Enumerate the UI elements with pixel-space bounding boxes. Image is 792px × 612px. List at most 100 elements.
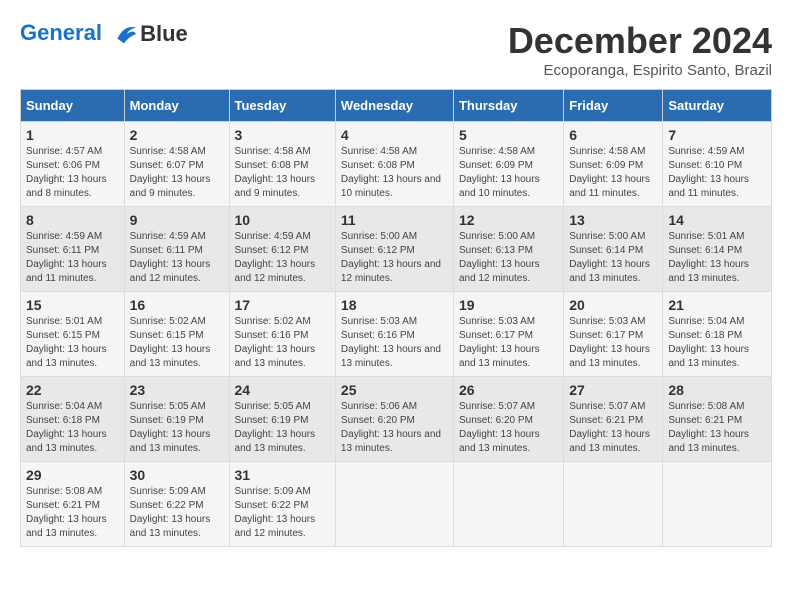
day-info: Sunrise: 5:03 AMSunset: 6:17 PMDaylight:…: [459, 316, 540, 369]
calendar-week-row: 29 Sunrise: 5:08 AMSunset: 6:21 PMDayligh…: [21, 462, 772, 547]
calendar-cell: [335, 462, 453, 547]
day-info: Sunrise: 5:03 AMSunset: 6:17 PMDaylight:…: [569, 316, 650, 369]
day-info: Sunrise: 5:08 AMSunset: 6:21 PMDaylight:…: [26, 486, 107, 539]
day-number: 8: [26, 212, 119, 228]
day-info: Sunrise: 5:05 AMSunset: 6:19 PMDaylight:…: [235, 401, 316, 454]
calendar-cell: 10 Sunrise: 4:59 AMSunset: 6:12 PMDayligh…: [229, 207, 335, 292]
calendar-cell: 18 Sunrise: 5:03 AMSunset: 6:16 PMDayligh…: [335, 292, 453, 377]
calendar-cell: 14 Sunrise: 5:01 AMSunset: 6:14 PMDayligh…: [663, 207, 772, 292]
day-number: 27: [569, 382, 657, 398]
day-number: 23: [130, 382, 224, 398]
calendar-cell: 24Sunrise: 5:05 AMSunset: 6:19 PMDayligh…: [229, 377, 335, 462]
day-info: Sunrise: 5:01 AMSunset: 6:15 PMDaylight:…: [26, 316, 107, 369]
weekday-header: Saturday: [663, 90, 772, 122]
calendar-cell: 23 Sunrise: 5:05 AMSunset: 6:19 PMDayligh…: [124, 377, 229, 462]
day-number: 18: [341, 297, 448, 313]
calendar-cell: 8Sunrise: 4:59 AMSunset: 6:11 PMDaylight…: [21, 207, 125, 292]
calendar-cell: [453, 462, 563, 547]
calendar-cell: 9 Sunrise: 4:59 AMSunset: 6:11 PMDaylight…: [124, 207, 229, 292]
day-number: 31: [235, 467, 330, 483]
day-info: Sunrise: 5:05 AMSunset: 6:19 PMDaylight:…: [130, 401, 211, 454]
calendar-cell: 16Sunrise: 5:02 AMSunset: 6:15 PMDayligh…: [124, 292, 229, 377]
day-number: 6: [569, 127, 657, 143]
calendar-cell: 20 Sunrise: 5:03 AMSunset: 6:17 PMDayligh…: [564, 292, 663, 377]
title-section: December 2024 Ecoporanga, Espirito Santo…: [508, 20, 772, 79]
day-number: 5: [459, 127, 558, 143]
day-info: Sunrise: 4:59 AMSunset: 6:11 PMDaylight:…: [130, 231, 211, 284]
calendar-cell: 1 Sunrise: 4:57 AMSunset: 6:06 PMDaylight…: [21, 122, 125, 207]
day-number: 21: [668, 297, 766, 313]
day-info: Sunrise: 4:58 AMSunset: 6:09 PMDaylight:…: [569, 146, 650, 199]
calendar-cell: 30 Sunrise: 5:09 AMSunset: 6:22 PMDayligh…: [124, 462, 229, 547]
day-number: 19: [459, 297, 558, 313]
day-number: 14: [668, 212, 766, 228]
calendar-cell: 12 Sunrise: 5:00 AMSunset: 6:13 PMDayligh…: [453, 207, 563, 292]
month-title: December 2024: [508, 20, 772, 62]
calendar-header-row: SundayMondayTuesdayWednesdayThursdayFrid…: [21, 90, 772, 122]
calendar-cell: 26 Sunrise: 5:07 AMSunset: 6:20 PMDayligh…: [453, 377, 563, 462]
calendar-cell: 22Sunrise: 5:04 AMSunset: 6:18 PMDayligh…: [21, 377, 125, 462]
day-number: 4: [341, 127, 448, 143]
weekday-header: Monday: [124, 90, 229, 122]
day-info: Sunrise: 4:59 AMSunset: 6:12 PMDaylight:…: [235, 231, 316, 284]
logo: General Blue: [20, 20, 188, 48]
logo-general: General: [20, 20, 102, 45]
calendar-cell: [564, 462, 663, 547]
weekday-header: Tuesday: [229, 90, 335, 122]
day-number: 1: [26, 127, 119, 143]
calendar-cell: 29 Sunrise: 5:08 AMSunset: 6:21 PMDayligh…: [21, 462, 125, 547]
calendar-cell: 5Sunrise: 4:58 AMSunset: 6:09 PMDaylight…: [453, 122, 563, 207]
calendar-table: SundayMondayTuesdayWednesdayThursdayFrid…: [20, 89, 772, 547]
calendar-cell: 7 Sunrise: 4:59 AMSunset: 6:10 PMDaylight…: [663, 122, 772, 207]
day-number: 2: [130, 127, 224, 143]
calendar-week-row: 15Sunrise: 5:01 AMSunset: 6:15 PMDayligh…: [21, 292, 772, 377]
day-info: Sunrise: 4:58 AMSunset: 6:08 PMDaylight:…: [341, 146, 441, 199]
weekday-header: Friday: [564, 90, 663, 122]
calendar-cell: 11Sunrise: 5:00 AMSunset: 6:12 PMDayligh…: [335, 207, 453, 292]
day-info: Sunrise: 4:58 AMSunset: 6:08 PMDaylight:…: [235, 146, 316, 199]
calendar-cell: 21 Sunrise: 5:04 AMSunset: 6:18 PMDayligh…: [663, 292, 772, 377]
day-number: 12: [459, 212, 558, 228]
day-info: Sunrise: 5:09 AMSunset: 6:22 PMDaylight:…: [235, 486, 316, 539]
day-info: Sunrise: 5:03 AMSunset: 6:16 PMDaylight:…: [341, 316, 441, 369]
day-number: 20: [569, 297, 657, 313]
logo-blue: Blue: [140, 21, 188, 47]
calendar-cell: 17Sunrise: 5:02 AMSunset: 6:16 PMDayligh…: [229, 292, 335, 377]
day-number: 28: [668, 382, 766, 398]
day-number: 7: [668, 127, 766, 143]
day-info: Sunrise: 5:07 AMSunset: 6:21 PMDaylight:…: [569, 401, 650, 454]
day-number: 9: [130, 212, 224, 228]
day-number: 26: [459, 382, 558, 398]
calendar-cell: [663, 462, 772, 547]
day-info: Sunrise: 4:57 AMSunset: 6:06 PMDaylight:…: [26, 146, 107, 199]
day-info: Sunrise: 5:00 AMSunset: 6:12 PMDaylight:…: [341, 231, 441, 284]
day-info: Sunrise: 5:02 AMSunset: 6:15 PMDaylight:…: [130, 316, 211, 369]
day-info: Sunrise: 5:09 AMSunset: 6:22 PMDaylight:…: [130, 486, 211, 539]
calendar-week-row: 22Sunrise: 5:04 AMSunset: 6:18 PMDayligh…: [21, 377, 772, 462]
calendar-cell: 4 Sunrise: 4:58 AMSunset: 6:08 PMDaylight…: [335, 122, 453, 207]
day-number: 29: [26, 467, 119, 483]
day-info: Sunrise: 4:59 AMSunset: 6:10 PMDaylight:…: [668, 146, 749, 199]
day-number: 17: [235, 297, 330, 313]
location: Ecoporanga, Espirito Santo, Brazil: [508, 62, 772, 79]
day-info: Sunrise: 5:00 AMSunset: 6:14 PMDaylight:…: [569, 231, 650, 284]
weekday-header: Sunday: [21, 90, 125, 122]
page-header: General Blue December 2024 Ecoporanga, E…: [20, 20, 772, 79]
day-info: Sunrise: 5:07 AMSunset: 6:20 PMDaylight:…: [459, 401, 540, 454]
day-info: Sunrise: 5:01 AMSunset: 6:14 PMDaylight:…: [668, 231, 749, 284]
weekday-header: Thursday: [453, 90, 563, 122]
day-info: Sunrise: 4:58 AMSunset: 6:07 PMDaylight:…: [130, 146, 211, 199]
calendar-week-row: 8 Sunrise: 4:59 AMSunset: 6:11 PMDaylight…: [21, 207, 772, 292]
day-info: Sunrise: 5:08 AMSunset: 6:21 PMDaylight:…: [668, 401, 749, 454]
day-number: 13: [569, 212, 657, 228]
calendar-cell: 2 Sunrise: 4:58 AMSunset: 6:07 PMDaylight…: [124, 122, 229, 207]
calendar-week-row: 1 Sunrise: 4:57 AMSunset: 6:06 PMDaylight…: [21, 122, 772, 207]
day-info: Sunrise: 5:00 AMSunset: 6:13 PMDaylight:…: [459, 231, 540, 284]
day-info: Sunrise: 5:04 AMSunset: 6:18 PMDaylight:…: [668, 316, 749, 369]
day-info: Sunrise: 5:06 AMSunset: 6:20 PMDaylight:…: [341, 401, 441, 454]
day-number: 30: [130, 467, 224, 483]
day-number: 10: [235, 212, 330, 228]
calendar-cell: 25Sunrise: 5:06 AMSunset: 6:20 PMDayligh…: [335, 377, 453, 462]
calendar-cell: 13 Sunrise: 5:00 AMSunset: 6:14 PMDayligh…: [564, 207, 663, 292]
day-number: 3: [235, 127, 330, 143]
